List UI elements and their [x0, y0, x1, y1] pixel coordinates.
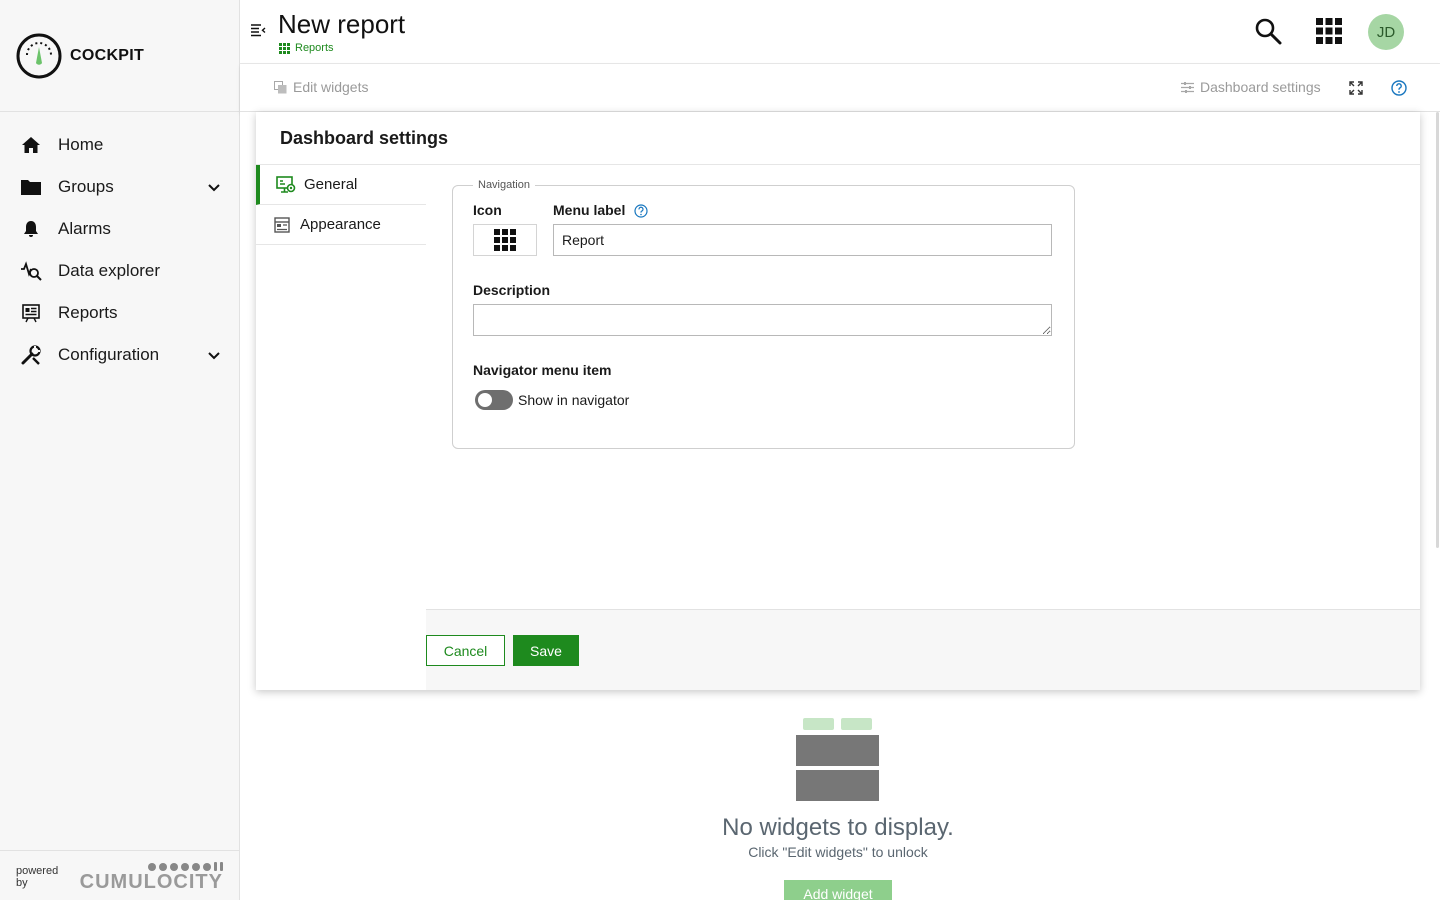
vendor-name: CUMULOCITY: [79, 871, 223, 893]
cockpit-logo-icon: [16, 33, 62, 78]
nav-item-alarms[interactable]: Alarms: [0, 208, 239, 250]
empty-state: No widgets to display. Click "Edit widge…: [256, 716, 1420, 900]
app-switcher-icon[interactable]: [1316, 18, 1342, 44]
apps-grid-icon: [494, 229, 516, 251]
help-icon[interactable]: [1391, 80, 1407, 96]
nav-item-label: Alarms: [58, 219, 111, 238]
breadcrumb-link[interactable]: Reports: [295, 42, 334, 54]
description-label: Description: [473, 282, 551, 298]
tab-label: General: [304, 176, 358, 193]
wrench-icon: [20, 344, 42, 366]
page-title: New report: [278, 9, 406, 39]
vendor-logo: CUMULOCITY: [80, 862, 223, 892]
nav-item-groups[interactable]: Groups: [0, 166, 239, 208]
search-icon[interactable]: [1254, 17, 1282, 45]
sidebar-toggle-icon[interactable]: [250, 22, 266, 38]
empty-state-subtitle: Click "Edit widgets" to unlock: [748, 844, 928, 860]
show-in-navigator-label: Show in navigator: [518, 392, 630, 408]
empty-widgets-icon: [796, 718, 879, 801]
reports-icon: [20, 302, 42, 324]
settings-tabs: General Appearance: [256, 165, 426, 245]
icon-label: Icon: [473, 202, 502, 218]
layout-icon: [274, 216, 290, 233]
show-in-navigator-toggle[interactable]: [475, 390, 513, 410]
nav-item-label: Reports: [58, 303, 118, 322]
nav-item-data-explorer[interactable]: Data explorer: [0, 250, 239, 292]
powered-by-footer: powered by CUMULOCITY: [0, 850, 239, 900]
empty-state-title: No widgets to display.: [722, 814, 954, 841]
dashboard-settings-label: Dashboard settings: [1200, 79, 1321, 95]
edit-widgets-label: Edit widgets: [293, 79, 369, 95]
main-nav: Home Groups Alarms Data explorer Reports…: [0, 112, 239, 376]
home-icon: [20, 134, 42, 156]
breadcrumb[interactable]: Reports: [279, 42, 334, 54]
navigation-fields: Icon Menu label Description Navigator me…: [452, 179, 1075, 449]
toggle-knob: [478, 393, 492, 407]
page-header: New report Reports JD: [240, 0, 1440, 64]
nav-item-reports[interactable]: Reports: [0, 292, 239, 334]
bell-icon: [20, 218, 42, 240]
apps-grid-icon: [279, 42, 290, 54]
menu-label-label: Menu label: [553, 202, 626, 218]
tab-appearance[interactable]: Appearance: [256, 205, 426, 245]
settings-form: Navigation Icon Menu label Description N…: [426, 165, 1420, 609]
powered-by-label: powered by: [16, 865, 59, 889]
scrollbar[interactable]: [1436, 112, 1439, 548]
nav-item-label: Data explorer: [58, 261, 161, 280]
navigator-menu-item-label: Navigator menu item: [473, 362, 612, 378]
save-button[interactable]: Save: [513, 635, 579, 666]
nav-item-label: Groups: [58, 177, 114, 196]
user-avatar[interactable]: JD: [1368, 14, 1404, 50]
panel-title: Dashboard settings: [256, 112, 1420, 165]
dashboard-settings-button[interactable]: Dashboard settings: [1181, 79, 1321, 95]
chevron-down-icon[interactable]: [207, 180, 221, 194]
nav-item-label: Configuration: [58, 345, 160, 364]
monitor-settings-icon: [276, 175, 296, 193]
tab-label: Appearance: [300, 216, 381, 233]
app-name: COCKPIT: [70, 46, 145, 64]
description-input[interactable]: [473, 304, 1052, 336]
sliders-icon: [1181, 81, 1194, 93]
fullscreen-icon[interactable]: [1348, 80, 1364, 96]
nav-item-configuration[interactable]: Configuration: [0, 334, 239, 376]
sidebar: COCKPIT Home Groups Alarms Data explorer…: [0, 0, 240, 900]
add-widget-button[interactable]: Add widget: [784, 880, 892, 900]
cancel-button[interactable]: Cancel: [426, 635, 505, 666]
tab-general[interactable]: General: [256, 165, 426, 205]
dashboard-toolbar: Edit widgets Dashboard settings: [240, 64, 1440, 112]
nav-item-home[interactable]: Home: [0, 124, 239, 166]
help-icon[interactable]: [634, 204, 648, 218]
folder-icon: [20, 176, 42, 198]
icon-picker-button[interactable]: [473, 224, 537, 256]
brand[interactable]: COCKPIT: [0, 0, 239, 112]
chevron-down-icon[interactable]: [207, 348, 221, 362]
panel-footer: Cancel Save: [426, 609, 1420, 690]
data-explorer-icon: [20, 260, 42, 282]
edit-widgets-button[interactable]: Edit widgets: [274, 79, 368, 95]
nav-item-label: Home: [58, 135, 104, 154]
dashboard-settings-panel: Dashboard settings General Appearance Na…: [256, 112, 1420, 690]
copy-widgets-icon: [274, 80, 287, 93]
menu-label-input[interactable]: [553, 224, 1052, 256]
vendor-logo-dots-icon: [148, 862, 223, 871]
